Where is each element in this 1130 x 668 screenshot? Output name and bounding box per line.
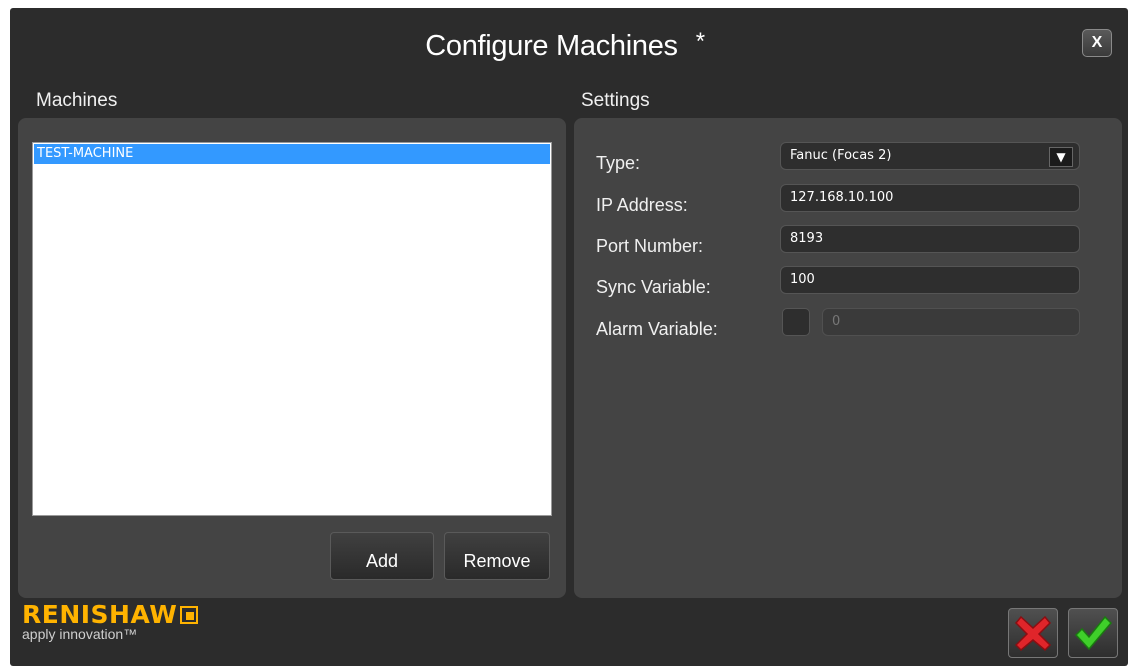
remove-button[interactable]: Remove — [444, 532, 550, 580]
close-button[interactable]: X — [1082, 29, 1112, 57]
confirm-button[interactable] — [1068, 608, 1118, 658]
renishaw-logo: RENISHAW apply innovation™ — [22, 600, 199, 642]
type-label: Type: — [596, 153, 641, 173]
ip-address-label: IP Address: — [596, 195, 688, 215]
dialog-title-text: Configure Machines — [425, 30, 678, 62]
chevron-down-icon[interactable]: ▼ — [1049, 147, 1073, 167]
close-icon: X — [1091, 34, 1103, 51]
port-number-label: Port Number: — [596, 236, 704, 256]
machines-heading: Machines — [36, 90, 118, 111]
type-value: Fanuc (Focas 2) — [790, 148, 892, 163]
ip-address-field[interactable]: 127.168.10.100 — [780, 184, 1080, 212]
type-dropdown[interactable]: Fanuc (Focas 2) ▼ — [780, 142, 1080, 170]
dialog-title: Configure Machines * — [0, 28, 1130, 63]
settings-heading: Settings — [581, 90, 650, 111]
sync-variable-field[interactable]: 100 — [780, 266, 1080, 294]
port-number-field[interactable]: 8193 — [780, 225, 1080, 253]
alarm-variable-label: Alarm Variable: — [596, 319, 718, 339]
list-item[interactable]: TEST-MACHINE — [34, 144, 550, 164]
alarm-variable-field: 0 — [822, 308, 1080, 336]
green-check-icon — [1074, 615, 1113, 651]
sync-variable-label: Sync Variable: — [596, 277, 711, 297]
renishaw-mark-icon — [180, 606, 199, 624]
cancel-button[interactable] — [1008, 608, 1058, 658]
logo-text: RENISHAW — [22, 600, 178, 629]
configure-machines-window: Configure Machines * X Machines Settings … — [0, 0, 1130, 668]
machines-list[interactable]: TEST-MACHINE — [32, 142, 552, 516]
alarm-variable-checkbox[interactable] — [782, 308, 810, 336]
add-button[interactable]: Add — [330, 532, 434, 580]
red-x-icon — [1014, 615, 1052, 652]
unsaved-marker: * — [695, 28, 705, 55]
